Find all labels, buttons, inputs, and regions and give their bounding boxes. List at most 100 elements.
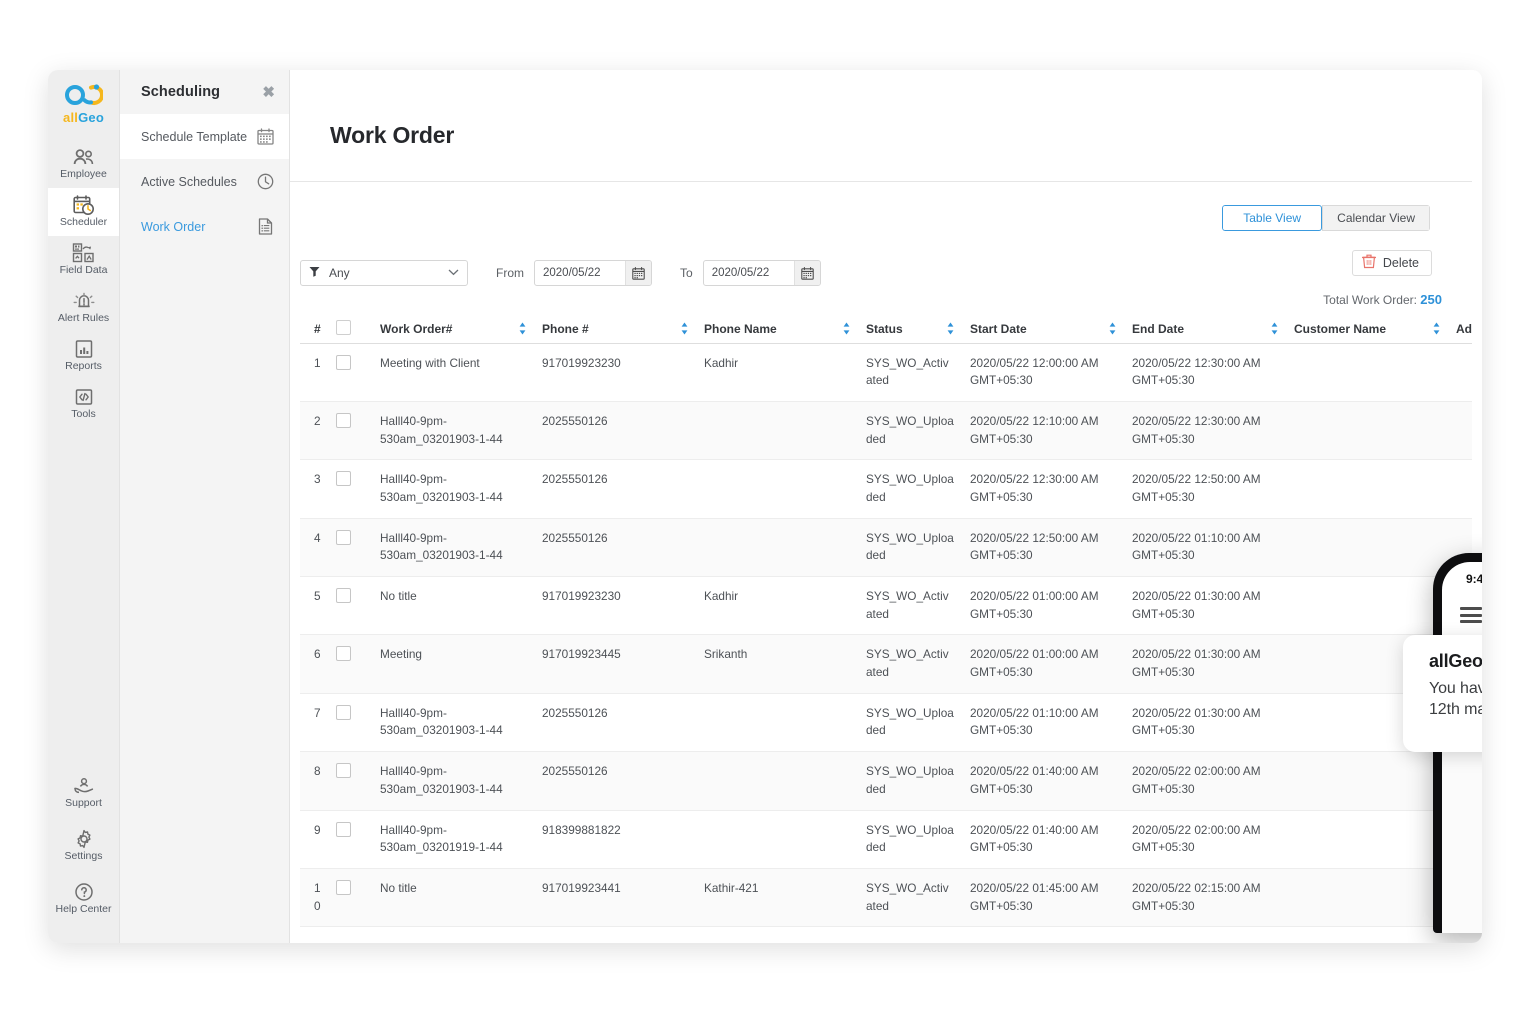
cell-checkbox xyxy=(336,635,380,693)
sort-icon[interactable] xyxy=(947,322,954,335)
sub-item-label-active-schedules: Active Schedules xyxy=(141,174,237,189)
sidebar-item-tools[interactable]: Tools xyxy=(48,380,119,428)
table-row[interactable]: 8 Halll40-9pm-530am_03201903-1-44 20255501… xyxy=(300,751,1472,810)
to-date-input[interactable]: 2020/05/22 xyxy=(702,260,821,286)
to-calendar-icon[interactable] xyxy=(793,261,820,285)
row-checkbox[interactable] xyxy=(336,821,351,837)
logo-text-all: all xyxy=(63,110,79,125)
cell-index: 10 xyxy=(314,880,321,913)
from-date-input[interactable]: 2020/05/22 xyxy=(534,260,652,286)
filter-type-select[interactable]: Any xyxy=(300,260,468,286)
sidebar-item-support[interactable]: Support xyxy=(48,766,119,819)
tab-table-view[interactable]: Table View xyxy=(1222,205,1323,231)
row-checkbox[interactable] xyxy=(336,763,351,779)
cell-address xyxy=(1456,460,1472,518)
cell-start-date: 2020/05/22 01:40:00 AM GMT+05:30 xyxy=(970,822,1099,855)
sort-icon[interactable] xyxy=(1271,322,1278,335)
sidebar-item-scheduler[interactable]: Scheduler xyxy=(48,188,119,236)
tab-calendar-view[interactable]: Calendar View xyxy=(1322,205,1430,231)
column-header-index[interactable]: # xyxy=(300,315,336,344)
cell-work-order: No title xyxy=(380,880,417,895)
cell-start-date: 2020/05/22 01:40:00 AM GMT+05:30 xyxy=(970,764,1099,796)
sidebar-item-settings[interactable]: Settings xyxy=(48,819,119,872)
cell-customer-name xyxy=(1294,810,1456,868)
cell-phone-name xyxy=(704,752,866,810)
sub-item-schedule-template[interactable]: Schedule Template xyxy=(120,114,289,159)
row-checkbox[interactable] xyxy=(336,529,351,545)
table-row[interactable]: 9 Halll40-9pm-530am_03201919-1-44 91839988… xyxy=(300,810,1472,869)
sort-icon[interactable] xyxy=(1433,322,1440,335)
trash-icon xyxy=(1361,254,1376,272)
row-checkbox[interactable] xyxy=(336,646,351,662)
column-header-customer-name[interactable]: Customer Name xyxy=(1294,315,1456,344)
sidebar-item-help-center[interactable]: Help Center xyxy=(48,872,119,925)
sort-icon[interactable] xyxy=(843,322,850,335)
funnel-icon xyxy=(309,266,320,280)
row-checkbox[interactable] xyxy=(336,588,351,603)
cell-work-order: Halll40-9pm-530am_03201903-1-44 xyxy=(380,413,503,446)
sidebar-item-employee[interactable]: Employee xyxy=(48,140,119,188)
cell-checkbox xyxy=(336,752,380,810)
column-header-phone[interactable]: Phone # xyxy=(542,315,704,344)
cell-status: SYS_WO_Uploaded xyxy=(866,822,954,855)
column-header-start-date[interactable]: Start Date xyxy=(970,315,1132,344)
close-icon[interactable]: ✖ xyxy=(262,85,275,100)
table-row[interactable]: 6 Meeting 917019923445 Srikanth SYS_WO_Activ… xyxy=(300,634,1472,694)
sidebar-item-reports[interactable]: Reports xyxy=(48,332,119,380)
column-header-status[interactable]: Status xyxy=(866,315,970,344)
row-checkbox[interactable] xyxy=(336,354,351,370)
table-row[interactable]: 10 No title 917019923441 Kathir-421 SYS_WO_A… xyxy=(300,868,1472,927)
delete-button-label: Delete xyxy=(1382,256,1419,270)
sort-icon[interactable] xyxy=(519,322,526,335)
people-icon xyxy=(73,147,95,167)
row-checkbox[interactable] xyxy=(336,471,351,487)
table-row[interactable]: 4 Halll40-9pm-530am_03201903-1-44 20255501… xyxy=(300,518,1472,577)
cell-index: 4 xyxy=(314,530,321,545)
row-checkbox[interactable] xyxy=(336,412,351,428)
hamburger-menu-icon[interactable] xyxy=(1460,604,1482,627)
cell-checkbox xyxy=(336,343,380,401)
table-header: # Work Order# Phone # Phone Name Status … xyxy=(300,315,1472,344)
cell-status: SYS_WO_Uploaded xyxy=(866,413,954,446)
sort-icon[interactable] xyxy=(681,322,688,335)
table-row[interactable]: 5 No title 917019923230 Kadhir SYS_WO_Activa… xyxy=(300,577,1472,635)
cell-end-date: 2020/05/22 01:10:00 AM GMT+05:30 xyxy=(1132,530,1261,563)
cell-index: 8 xyxy=(314,764,321,779)
sidebar-label-field-data: Field Data xyxy=(59,264,108,277)
primary-nav-rail: allGeo Employee Scheduler Field Data Ale… xyxy=(48,70,120,943)
column-header-phone-name[interactable]: Phone Name xyxy=(704,315,866,344)
sidebar-item-alert-rules[interactable]: Alert Rules xyxy=(48,284,119,332)
cell-start-date: 2020/05/22 01:10:00 AM GMT+05:30 xyxy=(970,705,1099,738)
cell-status: SYS_WO_Activated xyxy=(866,589,949,621)
table-row[interactable]: 3 Halll40-9pm-530am_03201903-1-44 20255501… xyxy=(300,460,1472,519)
column-header-address[interactable]: Addr xyxy=(1456,315,1472,344)
sidebar-item-field-data[interactable]: Field Data xyxy=(48,236,119,284)
select-all-checkbox[interactable] xyxy=(336,319,351,335)
push-notification-card[interactable]: allGeo You have a new shift rostered for… xyxy=(1403,635,1482,752)
sub-item-active-schedules[interactable]: Active Schedules xyxy=(120,159,289,204)
from-calendar-icon[interactable] xyxy=(625,261,651,285)
cell-checkbox xyxy=(336,868,380,926)
column-label-phone-name: Phone Name xyxy=(704,321,777,336)
filter-toolbar: Any From 2020/05/22 To 2020/05/22 Delete xyxy=(300,250,1472,296)
column-header-work-order[interactable]: Work Order# xyxy=(380,315,542,344)
cell-customer-name xyxy=(1294,868,1456,926)
table-row[interactable]: 11 Halll40-9pm-530am_03201903-1-442025550… xyxy=(300,927,1472,933)
row-checkbox[interactable] xyxy=(336,879,351,895)
column-header-end-date[interactable]: End Date xyxy=(1132,315,1294,344)
sidebar-label-alert-rules: Alert Rules xyxy=(57,312,110,325)
table-row[interactable]: 2 Halll40-9pm-530am_03201903-1-44 20255501… xyxy=(300,401,1472,460)
table-row[interactable]: 7 Halll40-9pm-530am_03201903-1-44 20255501… xyxy=(300,693,1472,752)
view-toggle-group: Table View Calendar View xyxy=(1222,205,1430,231)
column-header-select-all[interactable] xyxy=(336,315,380,344)
app-logo[interactable]: allGeo xyxy=(48,70,119,128)
cell-start-date: 2020/05/22 12:50:00 AM GMT+05:30 xyxy=(970,530,1099,563)
phone-status-time: 9:41 xyxy=(1466,572,1482,586)
rail-items: Employee Scheduler Field Data Alert Rule… xyxy=(48,140,119,428)
table-row[interactable]: 1 Meeting with Client 917019923230 Kadhir SY… xyxy=(300,343,1472,402)
sort-icon[interactable] xyxy=(1109,322,1116,335)
row-checkbox[interactable] xyxy=(336,704,351,720)
sub-item-work-order[interactable]: Work Order xyxy=(120,204,289,249)
cell-phone: 2025550126 xyxy=(542,705,608,720)
delete-button[interactable]: Delete xyxy=(1351,250,1432,276)
